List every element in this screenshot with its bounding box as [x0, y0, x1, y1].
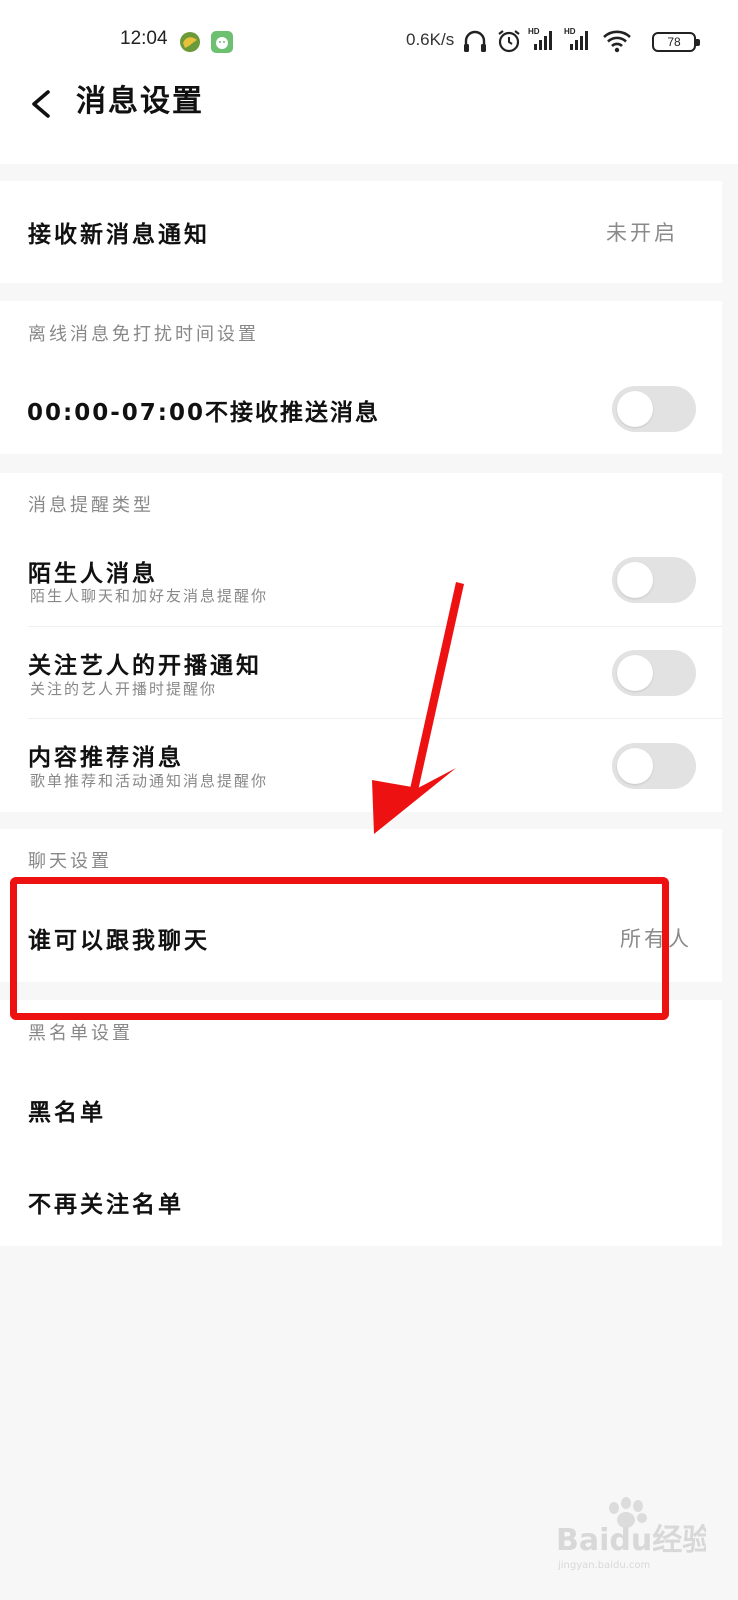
stranger-messages-title: 陌生人消息: [28, 561, 158, 587]
status-time: 12:04: [120, 28, 168, 49]
receive-notification-label: 接收新消息通知: [28, 222, 210, 248]
artist-live-title: 关注艺人的开播通知: [28, 653, 262, 679]
svg-text:HD: HD: [564, 27, 576, 36]
artist-live-subtitle: 关注的艺人开播时提醒你: [30, 680, 218, 698]
svg-text:HD: HD: [528, 27, 540, 36]
annotation-arrow: [372, 582, 464, 834]
reminder-types-section-label: 消息提醒类型: [28, 495, 154, 516]
page-title: 消息设置: [76, 84, 204, 119]
status-bar: 12:04 0.6K/s HD HD 78: [0, 0, 738, 84]
blacklist-section: 黑名单设置 黑名单 不再关注名单: [0, 1000, 722, 1246]
app-icon-2: [211, 31, 233, 53]
hd-signal-icon: HD: [528, 27, 552, 50]
blacklist-section-label: 黑名单设置: [28, 1023, 133, 1044]
dnd-row-label: 00:00-07:00不接收推送消息: [27, 400, 380, 426]
alarm-icon: [498, 30, 520, 53]
watermark-subtext: jingyan.baidu.com: [557, 1560, 650, 1571]
unfollowed-list-item[interactable]: 不再关注名单: [28, 1185, 184, 1219]
page-header: 消息设置: [0, 84, 738, 164]
artist-live-toggle[interactable]: [612, 650, 696, 696]
wifi-icon: [603, 30, 631, 53]
receive-notification-value: 未开启: [606, 221, 678, 245]
recommendation-toggle[interactable]: [612, 743, 696, 789]
dnd-section: 离线消息免打扰时间设置 00:00-07:00不接收推送消息: [0, 301, 722, 454]
stranger-messages-toggle[interactable]: [612, 557, 696, 603]
baidu-watermark: Baidu经验 jingyan.baidu.com: [556, 1497, 706, 1571]
stranger-messages-subtitle: 陌生人聊天和加好友消息提醒你: [30, 587, 269, 605]
chat-section-label: 聊天设置: [28, 851, 112, 872]
receive-notification-row[interactable]: 接收新消息通知 未开启: [0, 181, 722, 283]
dnd-section-label: 离线消息免打扰时间设置: [28, 324, 259, 345]
battery-level: 78: [667, 35, 681, 49]
hd-signal-icon: HD: [564, 27, 588, 50]
app-icon-1: [180, 32, 200, 52]
headphones-icon: [464, 30, 486, 52]
chevron-left-icon[interactable]: [22, 86, 66, 130]
battery-icon: 78: [652, 32, 700, 52]
annotation-highlight-box: [10, 877, 669, 1020]
recommendation-title: 内容推荐消息: [28, 745, 184, 771]
watermark-text: Baidu经验: [556, 1523, 706, 1558]
blacklist-item[interactable]: 黑名单: [28, 1093, 106, 1127]
dnd-toggle[interactable]: [612, 386, 696, 432]
recommendation-subtitle: 歌单推荐和活动通知消息提醒你: [30, 772, 269, 790]
net-speed: 0.6K/s: [406, 30, 455, 49]
